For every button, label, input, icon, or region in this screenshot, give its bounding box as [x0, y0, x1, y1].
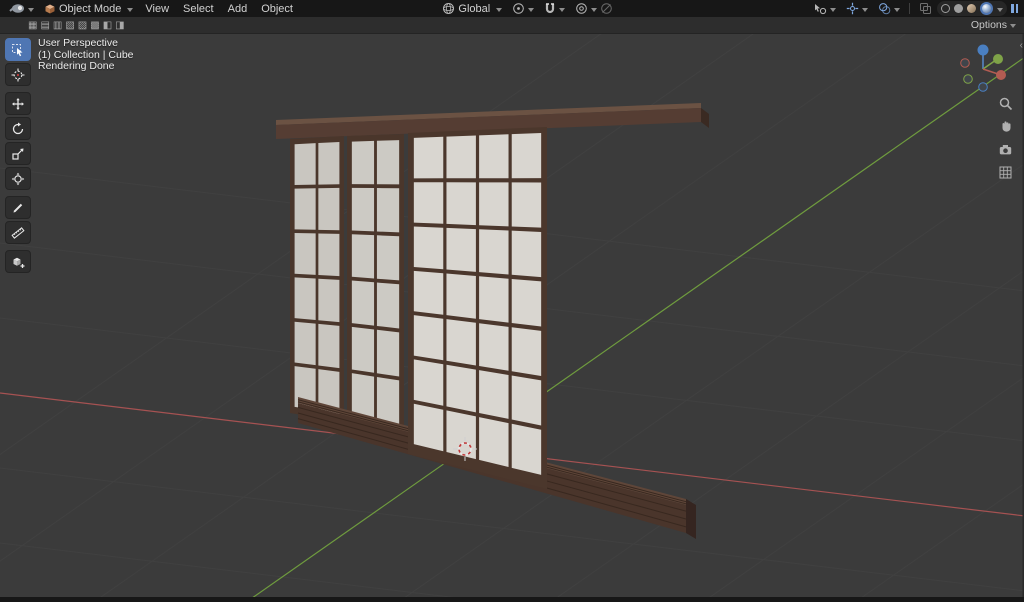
tool-select-box[interactable]	[5, 38, 31, 61]
tool-add-cube[interactable]	[5, 250, 31, 273]
pan-button[interactable]	[998, 119, 1014, 135]
tool-cursor[interactable]	[5, 63, 31, 86]
gizmo-z-negative[interactable]	[978, 82, 988, 92]
shoji-panel[interactable]	[290, 136, 344, 422]
select-box-icon	[12, 43, 23, 56]
camera-icon	[999, 145, 1012, 155]
3d-viewport-canvas[interactable]	[0, 34, 1024, 597]
pivot-point-dropdown[interactable]	[507, 0, 539, 17]
overlays-icon	[879, 3, 891, 15]
snap-toggle[interactable]	[539, 0, 570, 17]
editor-type-selector[interactable]	[4, 0, 39, 17]
tool-measure[interactable]	[5, 221, 31, 244]
chevron-down-icon	[894, 7, 900, 12]
chevron-down-icon	[997, 7, 1003, 12]
gizmo-x-positive[interactable]	[996, 70, 1006, 80]
tool-move[interactable]	[5, 92, 31, 115]
toggle-ortho-button[interactable]	[998, 165, 1014, 181]
chevron-down-icon	[528, 7, 535, 12]
chevron-down-icon	[1010, 24, 1016, 28]
navigation-gizmo[interactable]	[956, 40, 1012, 96]
viewport-nav-buttons	[998, 96, 1014, 181]
show-overlays-toggle[interactable]	[873, 0, 905, 17]
shading-rendered-selected	[980, 2, 993, 15]
camera-view-button[interactable]	[998, 142, 1014, 158]
gizmo-z-positive[interactable]	[977, 44, 989, 56]
pivot-point-icon	[513, 3, 525, 14]
options-label: Options	[970, 19, 1007, 31]
show-gizmos-toggle[interactable]	[841, 0, 873, 17]
xray-icon	[920, 3, 931, 14]
xray-toggle[interactable]	[914, 0, 937, 17]
proportional-editing-icon	[576, 3, 588, 14]
viewport-header: Object Mode View Select Add Object Globa…	[0, 0, 1024, 17]
menu-object[interactable]: Object	[254, 3, 300, 15]
object-mode-icon	[45, 4, 55, 13]
measure-ruler-icon	[11, 226, 25, 239]
visibility-icon	[815, 3, 827, 14]
magnifier-icon	[999, 97, 1013, 111]
menu-add[interactable]: Add	[221, 3, 255, 15]
chevron-down-icon	[28, 7, 34, 12]
gizmo-y-positive[interactable]	[993, 54, 1003, 64]
annotate-pencil-icon	[13, 203, 23, 212]
gizmo-icon	[846, 2, 859, 15]
object-visibility-dropdown[interactable]	[808, 0, 841, 17]
snap-magnet-icon	[546, 3, 555, 14]
zoom-button[interactable]	[998, 96, 1014, 112]
separator	[909, 3, 910, 14]
header-menus: View Select Add Object	[138, 3, 300, 15]
render-status-text: Rendering Done	[38, 60, 115, 72]
shading-rendered-button[interactable]	[982, 4, 991, 13]
tool-scale[interactable]	[5, 142, 31, 165]
scale-icon	[12, 148, 24, 160]
add-cube-icon	[13, 257, 25, 268]
proportional-editing-toggle[interactable]	[570, 0, 618, 17]
tool-annotate[interactable]	[5, 196, 31, 219]
gizmo-y-negative[interactable]	[963, 74, 973, 84]
pause-bars-icon[interactable]	[1011, 4, 1018, 13]
blender-logo-icon	[9, 4, 24, 13]
chevron-down-icon	[127, 7, 134, 12]
3d-viewport: User Perspective (1) Collection | Cube R…	[0, 34, 1024, 597]
rotate-icon	[12, 122, 24, 134]
chevron-down-icon	[862, 7, 868, 12]
chevron-down-icon	[496, 7, 503, 12]
blender-window: Object Mode View Select Add Object Globa…	[0, 0, 1024, 602]
transform-icon	[11, 172, 25, 185]
falloff-disabled-icon	[601, 3, 613, 14]
move-icon	[12, 97, 24, 110]
shoji-panel[interactable]	[347, 134, 404, 433]
view-name-text: User Perspective	[38, 37, 118, 49]
chevron-down-icon	[830, 7, 836, 12]
tool-rotate[interactable]	[5, 117, 31, 140]
region-collapse-arrow[interactable]: ‹	[1020, 40, 1023, 51]
select-mode-icons[interactable]: ▦▤▥▧▨▩◧◨	[28, 20, 128, 31]
tool-options-dropdown[interactable]: Options	[971, 17, 1016, 33]
viewport-info-overlay: User Perspective (1) Collection | Cube R…	[38, 37, 134, 73]
shading-mode-switcher	[937, 1, 1007, 16]
shading-solid-button[interactable]	[954, 4, 963, 13]
shoji-panel[interactable]	[408, 127, 547, 489]
menu-view[interactable]: View	[138, 3, 176, 15]
mode-selector[interactable]: Object Mode	[39, 0, 138, 17]
track-cap	[686, 499, 696, 539]
chevron-down-icon	[559, 7, 566, 12]
gizmo-x-negative[interactable]	[960, 58, 970, 68]
orientation-label: Global	[458, 2, 491, 15]
grid-perspective-icon	[999, 166, 1012, 179]
status-bar	[0, 597, 1024, 602]
orientation-globe-icon	[443, 3, 455, 14]
cursor-tool-icon	[11, 68, 25, 81]
chevron-down-icon	[591, 7, 598, 12]
tool-settings-bar: ▦▤▥▧▨▩◧◨ Options	[0, 17, 1024, 34]
mode-label: Object Mode	[59, 2, 122, 15]
toolbar	[5, 38, 31, 275]
menu-select[interactable]: Select	[176, 3, 221, 15]
tool-transform[interactable]	[5, 167, 31, 190]
hand-icon	[1002, 121, 1011, 132]
shading-material-button[interactable]	[967, 4, 976, 13]
transform-orientation-dropdown[interactable]: Global	[437, 0, 507, 17]
shading-wireframe-button[interactable]	[941, 4, 950, 13]
